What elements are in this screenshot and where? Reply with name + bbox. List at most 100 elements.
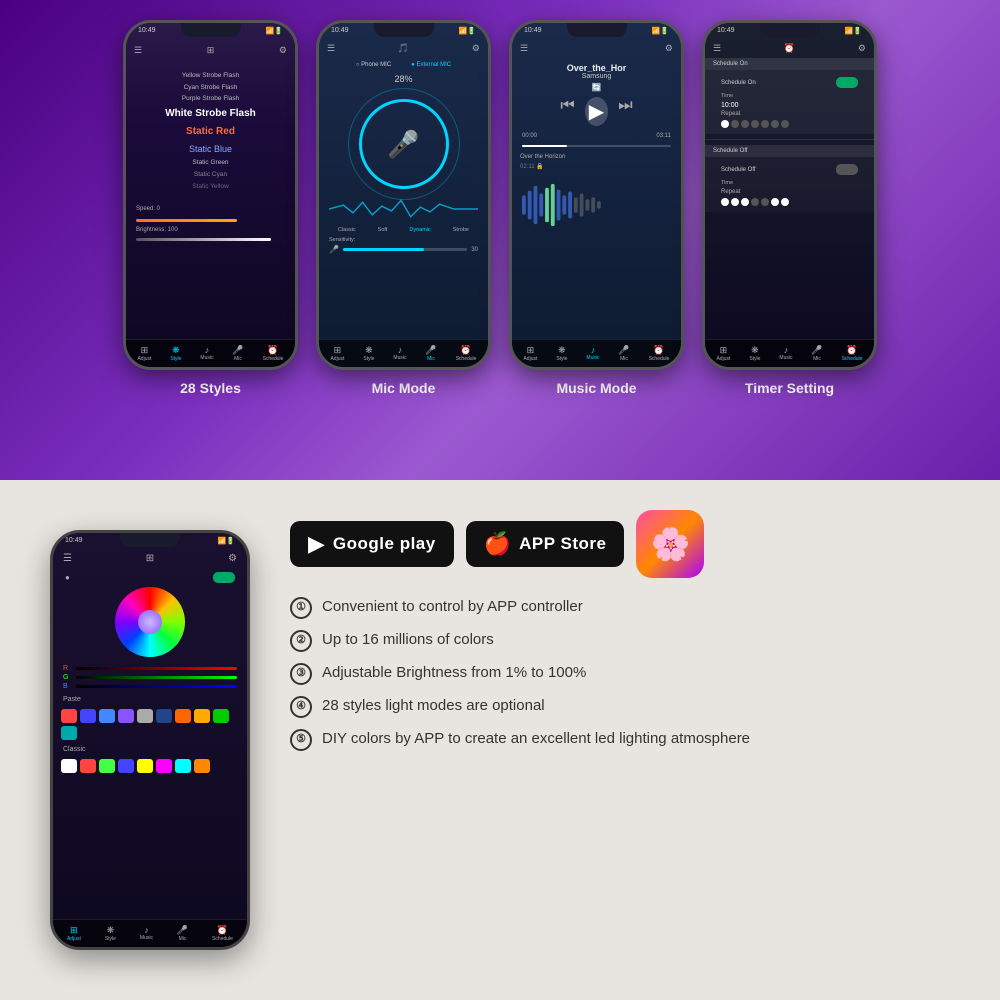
phone-screen-2: 10:49 📶🔋 ☰ 🎵 ⚙ ○ Phone MIC ● External MI…	[319, 23, 488, 367]
power-toggle[interactable]	[213, 572, 235, 583]
time-3: 10:49	[524, 27, 542, 35]
bottom-nav-3: ⊞Adjust ❋Style ♪Music 🎤Mic ⏰Schedule	[512, 339, 681, 367]
main-nav-mic[interactable]: 🎤Mic	[177, 925, 188, 942]
settings-icon-1: ⚙	[279, 45, 287, 56]
menu-icon-1: ☰	[134, 45, 142, 56]
g-label: G	[63, 674, 73, 681]
classic-magenta[interactable]	[156, 759, 172, 773]
app-store-label: APP Store	[519, 534, 606, 554]
classic-yellow[interactable]	[137, 759, 153, 773]
preset-blue[interactable]	[80, 709, 96, 723]
nav-mic-2[interactable]: 🎤Mic	[425, 345, 436, 362]
sensitivity-value: 30	[471, 247, 478, 253]
phone-notch-3	[567, 23, 627, 37]
soft-option: Soft	[378, 227, 388, 233]
time-value: 10:00	[713, 101, 866, 110]
feature-number-4: ④	[290, 696, 312, 718]
preset-lightblue[interactable]	[99, 709, 115, 723]
classic-cyan[interactable]	[175, 759, 191, 773]
classic-option: Classic	[338, 227, 356, 233]
schedule-on-header: Schedule On	[705, 58, 874, 70]
features-list: ① Convenient to control by APP controlle…	[290, 596, 960, 751]
main-nav-music[interactable]: ♪Music	[140, 925, 153, 942]
nav-schedule-2[interactable]: ⏰Schedule	[456, 345, 477, 362]
time-field-label: Time	[713, 91, 866, 101]
next-button[interactable]: ⏭	[618, 97, 632, 126]
schedule-on-toggle[interactable]	[836, 77, 858, 88]
classic-orange[interactable]	[194, 759, 210, 773]
time-2: 10:49	[331, 27, 349, 35]
g-slider[interactable]	[76, 676, 237, 679]
nav-music-2[interactable]: ♪Music	[393, 345, 406, 362]
play-button[interactable]: ▶	[585, 97, 608, 126]
nav-mic-4[interactable]: 🎤Mic	[811, 345, 822, 362]
nav-style-2[interactable]: ❋Style	[363, 345, 374, 362]
phone-label-4: Timer Setting	[745, 380, 834, 396]
nav-mic-1[interactable]: 🎤Mic	[232, 345, 243, 362]
phone-frame-3: 10:49 📶🔋 ☰ ⚙ Over_the_Hor Samsung 🔄 ⏮ ▶	[509, 20, 684, 370]
color-wheel[interactable]	[115, 587, 185, 657]
nav-schedule-4[interactable]: ⏰Schedule	[842, 345, 863, 362]
app-store-button[interactable]: 🍎 APP Store	[466, 521, 625, 567]
nav-music-3[interactable]: ♪Music	[586, 345, 599, 362]
schedule-on-row: Schedule On	[713, 74, 866, 91]
phone-music-mode: 10:49 📶🔋 ☰ ⚙ Over_the_Hor Samsung 🔄 ⏮ ▶	[509, 20, 684, 460]
schedule-on-text: Schedule On	[721, 80, 756, 86]
play-store-icon: ▶	[308, 531, 325, 557]
r-slider-row: R	[63, 665, 237, 672]
nav-music-1[interactable]: ♪Music	[200, 345, 213, 362]
app-logo: 🌸	[636, 510, 704, 578]
b-slider[interactable]	[76, 685, 237, 688]
preset-green[interactable]	[213, 709, 229, 723]
grid-icon-1: ⊞	[207, 45, 215, 56]
preset-amber[interactable]	[194, 709, 210, 723]
classic-red[interactable]	[80, 759, 96, 773]
nav-music-4[interactable]: ♪Music	[779, 345, 792, 362]
phone-notch-4	[760, 23, 820, 37]
nav-schedule-3[interactable]: ⏰Schedule	[649, 345, 670, 362]
feature-2: ② Up to 16 millions of colors	[290, 629, 960, 652]
nav-adjust-2[interactable]: ⊞Adjust	[330, 345, 344, 362]
google-play-text: Google play	[333, 534, 436, 554]
main-menu-icon: ☰	[63, 553, 72, 564]
time-1: 10:49	[138, 27, 156, 35]
settings-icon-4: ⚙	[858, 43, 866, 54]
main-nav-style[interactable]: ❋Style	[105, 925, 116, 942]
brightness-slider	[136, 238, 271, 241]
feature-text-1: Convenient to control by APP controller	[322, 596, 583, 617]
phone-frame-4: 10:49 📶🔋 ☰ ⏰ ⚙ Schedule On Schedu	[702, 20, 877, 370]
preset-purple[interactable]	[118, 709, 134, 723]
feature-text-4: 28 styles light modes are optional	[322, 695, 545, 716]
feature-1: ① Convenient to control by APP controlle…	[290, 596, 960, 619]
style-item: Purple Strobe Flash	[134, 93, 287, 105]
nav-adjust-3[interactable]: ⊞Adjust	[523, 345, 537, 362]
google-play-button[interactable]: ▶ Google play	[290, 521, 454, 567]
preset-gray[interactable]	[137, 709, 153, 723]
preset-red[interactable]	[61, 709, 77, 723]
dot-mon-off	[721, 198, 729, 206]
classic-green[interactable]	[99, 759, 115, 773]
nav-style-3[interactable]: ❋Style	[556, 345, 567, 362]
preset-navy[interactable]	[156, 709, 172, 723]
main-nav-adjust[interactable]: ⊞Adjust	[67, 925, 81, 942]
main-nav-schedule[interactable]: ⏰Schedule	[212, 925, 233, 942]
nav-adjust-4[interactable]: ⊞Adjust	[716, 345, 730, 362]
nav-adjust-1[interactable]: ⊞Adjust	[137, 345, 151, 362]
schedule-off-toggle[interactable]	[836, 164, 858, 175]
classic-white[interactable]	[61, 759, 77, 773]
nav-style-4[interactable]: ❋Style	[749, 345, 760, 362]
signal-2: 📶🔋	[459, 27, 476, 35]
preset-teal[interactable]	[61, 726, 77, 740]
main-phone-screen: 10:49 📶🔋 ☰ ⊞ ⚙ ● R	[53, 533, 247, 947]
r-slider[interactable]	[76, 667, 237, 670]
classic-blue[interactable]	[118, 759, 134, 773]
current-time: 00:00	[522, 133, 537, 139]
nav-mic-3[interactable]: 🎤Mic	[618, 345, 629, 362]
nav-schedule-1[interactable]: ⏰Schedule	[263, 345, 284, 362]
nav-style-1[interactable]: ❋Style	[170, 345, 181, 362]
phone-frame-1: 10:49 📶🔋 ☰ ⊞ ⚙ Yellow Strobe Flash Cyan …	[123, 20, 298, 370]
feature-3: ③ Adjustable Brightness from 1% to 100%	[290, 662, 960, 685]
preset-orange[interactable]	[175, 709, 191, 723]
prev-button[interactable]: ⏮	[560, 97, 574, 126]
phone-28-styles: 10:49 📶🔋 ☰ ⊞ ⚙ Yellow Strobe Flash Cyan …	[123, 20, 298, 460]
